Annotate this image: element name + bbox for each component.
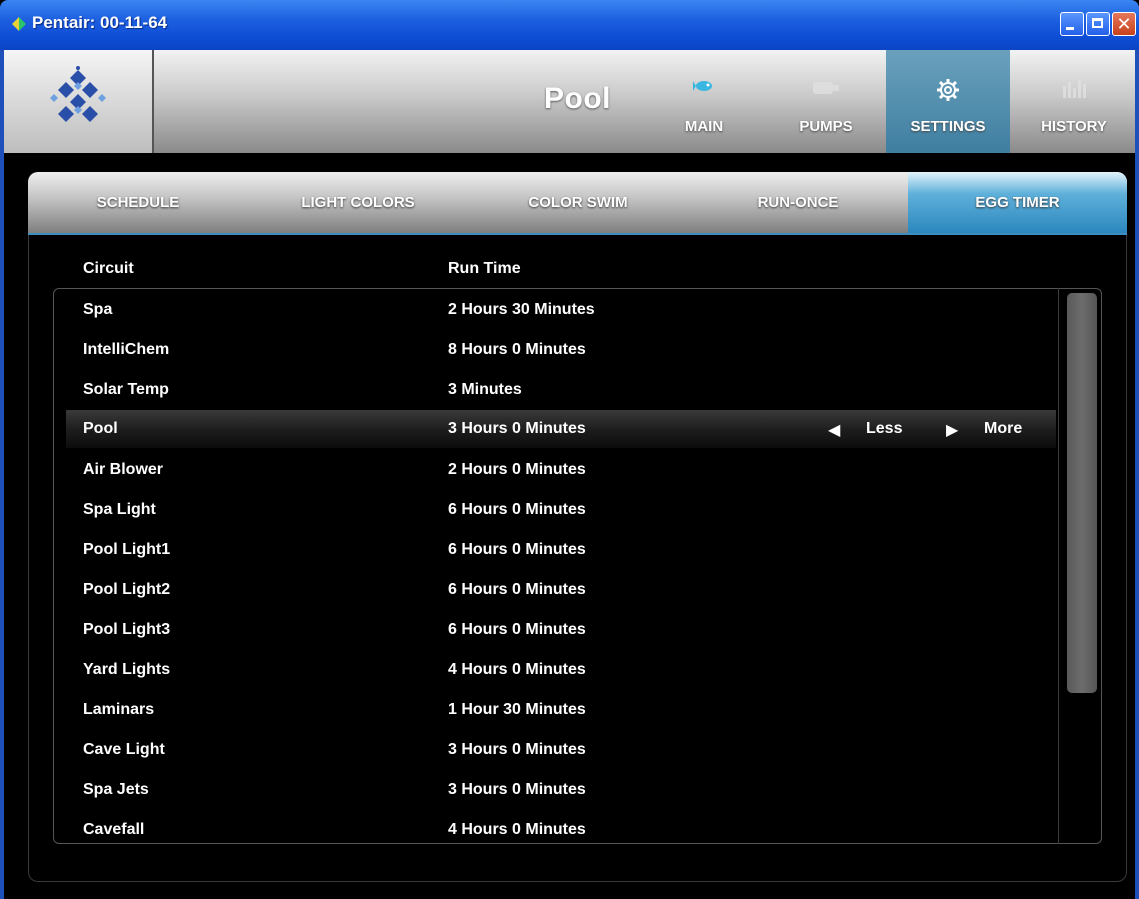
circuit-name: Cave Light — [83, 741, 165, 758]
run-time: 6 Hours 0 Minutes — [448, 501, 586, 518]
more-arrow-icon[interactable]: ▶ — [946, 420, 958, 440]
close-button[interactable]: ✕ — [1112, 12, 1136, 36]
circuit-name: Pool Light2 — [83, 581, 171, 598]
circuit-name: Spa Jets — [83, 781, 149, 798]
table-row[interactable]: Cave Light 3 Hours 0 Minutes — [66, 731, 1056, 769]
circuit-name: Spa — [83, 301, 113, 318]
bar-chart-icon — [1063, 80, 1086, 98]
tab-egg-timer[interactable]: EGG TIMER — [908, 172, 1127, 234]
table-row[interactable]: Spa Jets 3 Hours 0 Minutes — [66, 771, 1056, 809]
table-row[interactable]: IntelliChem 8 Hours 0 Minutes — [66, 331, 1056, 369]
nav-pumps-button[interactable]: PUMPS — [764, 50, 888, 153]
tab-run-once[interactable]: RUN-ONCE — [688, 172, 908, 234]
circuit-name: Pool Light3 — [83, 621, 171, 638]
nav-history-button[interactable]: HISTORY — [1012, 50, 1136, 153]
run-time: 8 Hours 0 Minutes — [448, 341, 586, 358]
tab-underline — [28, 233, 1127, 235]
scrollbar-divider — [1058, 288, 1059, 844]
run-time: 6 Hours 0 Minutes — [448, 621, 586, 638]
window-frame-right — [1135, 50, 1139, 899]
nav-history-label: HISTORY — [1041, 118, 1107, 135]
table-row[interactable]: Pool Light3 6 Hours 0 Minutes — [66, 611, 1056, 649]
page-title: Pool — [544, 82, 611, 115]
circuit-name: Pool Light1 — [83, 541, 171, 558]
table-row[interactable]: Spa Light 6 Hours 0 Minutes — [66, 491, 1056, 529]
table-row[interactable]: Solar Temp 3 Minutes — [66, 371, 1056, 409]
nav-settings-label: SETTINGS — [910, 118, 986, 135]
close-icon: ✕ — [1116, 14, 1132, 34]
minimize-button[interactable] — [1060, 12, 1084, 36]
nav-main-label: MAIN — [684, 118, 724, 135]
tab-schedule[interactable]: SCHEDULE — [28, 172, 248, 234]
run-time: 1 Hour 30 Minutes — [448, 701, 586, 718]
nav-main-button[interactable]: MAIN — [642, 50, 766, 153]
run-time: 3 Hours 0 Minutes — [448, 420, 586, 437]
run-time: 2 Hours 0 Minutes — [448, 461, 586, 478]
nav-settings-button[interactable]: SETTINGS — [886, 50, 1010, 153]
less-button[interactable]: Less — [866, 420, 902, 438]
circuit-name: Air Blower — [83, 461, 164, 478]
run-time: 3 Minutes — [448, 381, 522, 398]
run-time: 4 Hours 0 Minutes — [448, 661, 586, 678]
window-titlebar: Pentair: 00-11-64 ✕ — [0, 0, 1139, 50]
maximize-button[interactable] — [1086, 12, 1110, 36]
table-row[interactable]: Pool Light1 6 Hours 0 Minutes — [66, 531, 1056, 569]
window-frame-left — [0, 50, 4, 899]
run-time: 4 Hours 0 Minutes — [448, 821, 586, 838]
run-time: 3 Hours 0 Minutes — [448, 741, 586, 758]
run-time: 6 Hours 0 Minutes — [448, 581, 586, 598]
run-time: 3 Hours 0 Minutes — [448, 781, 586, 798]
app-icon — [12, 17, 26, 31]
table-row[interactable]: Spa 2 Hours 30 Minutes — [66, 291, 1056, 329]
nav-pumps-label: PUMPS — [799, 118, 853, 135]
column-header-run-time: Run Time — [448, 260, 521, 277]
circuit-name: IntelliChem — [83, 341, 170, 358]
circuit-name: Solar Temp — [83, 381, 169, 398]
circuit-name: Pool — [83, 420, 118, 437]
table-row[interactable]: Pool Light2 6 Hours 0 Minutes — [66, 571, 1056, 609]
column-header-circuit: Circuit — [83, 260, 134, 277]
run-time: 2 Hours 30 Minutes — [448, 301, 595, 318]
window-title: Pentair: 00-11-64 — [32, 13, 168, 32]
circuit-name: Yard Lights — [83, 661, 171, 678]
run-time: 6 Hours 0 Minutes — [448, 541, 586, 558]
app-header: Pool MAIN PUMPS SETTINGS HISTORY — [4, 50, 1135, 153]
pentair-logo — [50, 66, 106, 122]
more-button[interactable]: More — [984, 420, 1022, 438]
table-row[interactable]: Air Blower 2 Hours 0 Minutes — [66, 451, 1056, 489]
table-row[interactable]: Laminars 1 Hour 30 Minutes — [66, 691, 1056, 729]
table-row[interactable]: Yard Lights 4 Hours 0 Minutes — [66, 651, 1056, 689]
circuit-name: Spa Light — [83, 501, 156, 518]
circuit-name: Laminars — [83, 701, 155, 718]
less-arrow-icon[interactable]: ◀ — [828, 420, 840, 440]
pump-icon — [813, 82, 839, 94]
minimize-icon — [1066, 27, 1074, 30]
tab-bar: SCHEDULE LIGHT COLORS COLOR SWIM RUN-ONC… — [28, 172, 1127, 234]
vertical-scrollbar[interactable] — [1067, 293, 1097, 693]
tab-color-swim[interactable]: COLOR SWIM — [468, 172, 688, 234]
table-row[interactable]: Cavefall 4 Hours 0 Minutes — [66, 811, 1056, 849]
tab-light-colors[interactable]: LIGHT COLORS — [248, 172, 468, 234]
gear-icon — [937, 79, 959, 101]
pool-fish-icon — [693, 81, 712, 91]
maximize-icon — [1092, 18, 1103, 28]
logo-area — [4, 50, 154, 153]
table-row-selected[interactable]: Pool 3 Hours 0 Minutes ◀ Less ▶ More — [66, 410, 1056, 448]
circuit-name: Cavefall — [83, 821, 145, 838]
